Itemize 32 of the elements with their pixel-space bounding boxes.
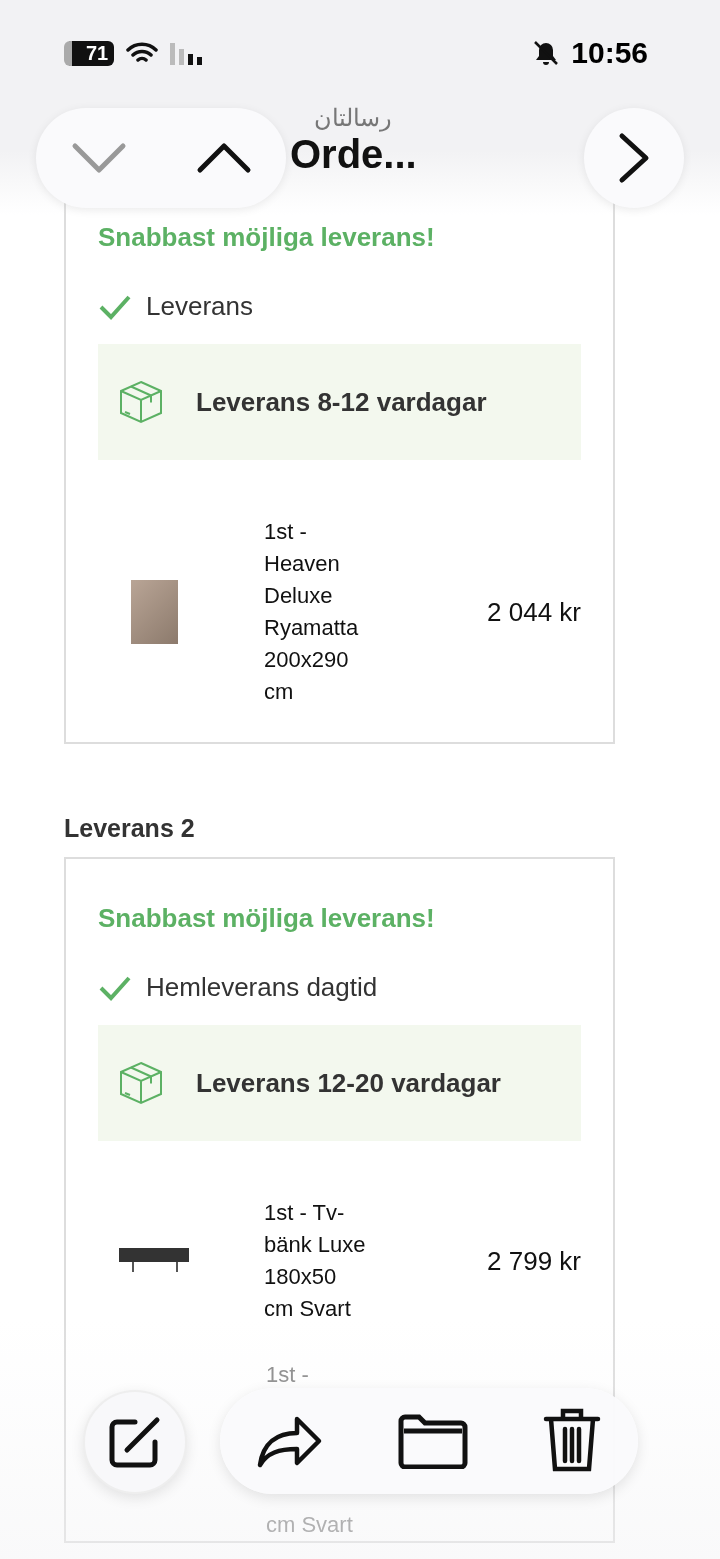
estimate-text: Leverans 8-12 vardagar bbox=[196, 386, 487, 418]
delivery-method: Hemleverans dagtid bbox=[146, 972, 378, 1003]
muted-bell-icon bbox=[533, 40, 560, 66]
rug-photo bbox=[130, 580, 178, 644]
delivery-method: Leverans bbox=[146, 291, 253, 322]
check-icon bbox=[98, 293, 132, 320]
header-title: Orde... bbox=[290, 132, 417, 177]
folder-icon bbox=[398, 1413, 468, 1469]
wifi-icon bbox=[126, 41, 159, 65]
promo-text: Snabbast möjliga leverans! bbox=[98, 222, 436, 253]
down-button[interactable] bbox=[70, 142, 127, 174]
promo-text: Snabbast möjliga leverans! bbox=[98, 903, 436, 934]
chevron-up-icon bbox=[195, 142, 252, 174]
product-price: 2 799 kr bbox=[487, 1245, 581, 1277]
product-name: 1st - bbox=[266, 1361, 310, 1389]
package-icon bbox=[118, 1060, 164, 1106]
chevron-down-icon bbox=[70, 142, 127, 174]
tv-bench-photo bbox=[119, 1248, 189, 1274]
battery-indicator: 71 bbox=[64, 40, 115, 66]
up-button[interactable] bbox=[195, 142, 252, 174]
product-price: 2 044 kr bbox=[487, 596, 581, 628]
estimate-text: Leverans 12-20 vardagar bbox=[196, 1067, 501, 1099]
header-subtitle: رسالتان bbox=[314, 104, 393, 132]
package-icon bbox=[118, 379, 164, 425]
check-icon bbox=[98, 974, 132, 1001]
product-name: cm Svart bbox=[266, 1511, 354, 1539]
product-name: 1st - Heaven Deluxe Ryamatta 200x290 cm bbox=[264, 518, 360, 706]
delivery-heading: Leverans 2 bbox=[64, 814, 196, 843]
product-name: 1st - Tv-bänk Luxe 180x50 cm Svart bbox=[264, 1199, 367, 1323]
folder-button[interactable] bbox=[398, 1413, 468, 1469]
clock-time: 10:56 bbox=[571, 36, 648, 70]
chevron-right-icon bbox=[618, 132, 650, 184]
